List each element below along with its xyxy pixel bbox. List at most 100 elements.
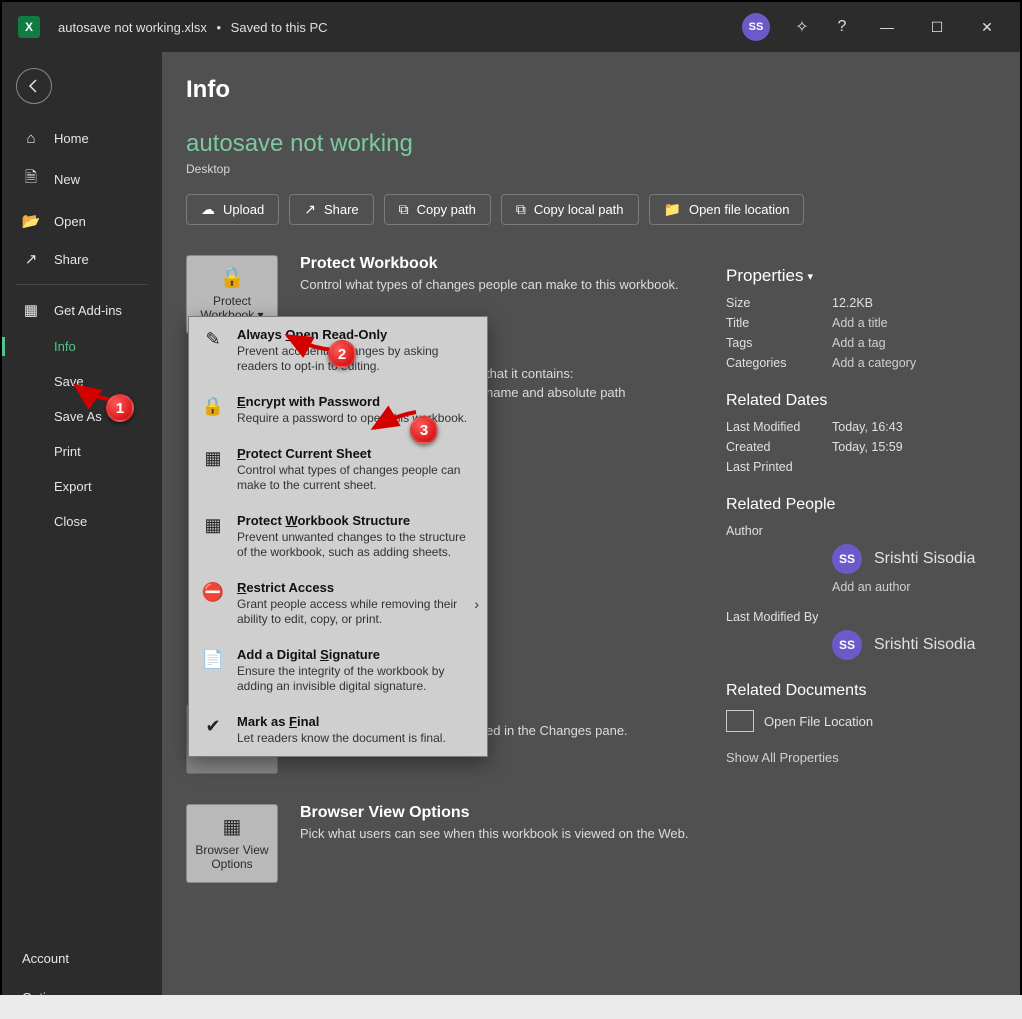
- prop-tags[interactable]: TagsAdd a tag: [726, 336, 986, 350]
- annotation-callout-2: 2: [328, 340, 356, 368]
- protect-menu-item-3[interactable]: ▦ Protect Workbook Structure Prevent unw…: [189, 503, 487, 570]
- related-documents-heading: Related Documents: [726, 682, 986, 700]
- nav-get-add-ins[interactable]: ▦Get Add-ins: [2, 291, 162, 329]
- share-button[interactable]: ↗Share: [289, 194, 373, 225]
- nav-icon: 📂: [22, 212, 40, 230]
- menu-item-title: Restrict Access: [237, 580, 475, 595]
- upload-icon: ☁: [201, 201, 215, 218]
- properties-heading[interactable]: Properties ▾: [726, 266, 986, 286]
- protect-menu-item-1[interactable]: 🔒 Encrypt with Password Require a passwo…: [189, 384, 487, 436]
- submenu-arrow-icon: ›: [474, 596, 479, 612]
- copy-local-path-button[interactable]: ⧉Copy local path: [501, 194, 639, 225]
- show-all-properties-link[interactable]: Show All Properties: [726, 750, 986, 765]
- browser-desc: Pick what users can see when this workbo…: [300, 826, 986, 841]
- modifier-avatar: SS: [832, 630, 862, 660]
- prop-size: Size12.2KB: [726, 296, 986, 310]
- browser-heading: Browser View Options: [300, 804, 986, 822]
- back-button[interactable]: [16, 68, 52, 104]
- modified-by-person[interactable]: SS Srishti Sisodia: [832, 630, 986, 660]
- help-icon[interactable]: ?: [822, 2, 862, 52]
- menu-item-icon: ✔: [199, 716, 227, 746]
- user-avatar[interactable]: SS: [742, 13, 770, 41]
- copy-path-button[interactable]: ⧉Copy path: [384, 194, 491, 225]
- nav-icon: ↗: [22, 250, 40, 268]
- related-people-heading: Related People: [726, 496, 986, 514]
- caret-down-icon: ▾: [807, 270, 813, 283]
- protect-workbook-menu: ✎ Always Open Read-Only Prevent accident…: [188, 316, 488, 757]
- nav-open[interactable]: 📂Open: [2, 202, 162, 240]
- save-state: Saved to this PC: [231, 20, 328, 35]
- close-button[interactable]: ✕: [962, 2, 1012, 52]
- nav-new[interactable]: 🗎New: [2, 157, 162, 202]
- menu-item-title: Add a Digital Signature: [237, 647, 475, 662]
- author-avatar: SS: [832, 544, 862, 574]
- coming-soon-icon[interactable]: ✧: [782, 2, 822, 52]
- properties-panel: Properties ▾ Size12.2KB TitleAdd a title T…: [726, 266, 986, 765]
- menu-item-title: Always Open Read-Only: [237, 327, 475, 342]
- menu-item-desc: Prevent accidental changes by asking rea…: [237, 344, 475, 374]
- date-created: CreatedToday, 15:59: [726, 440, 986, 454]
- quick-actions: ☁Upload ↗Share ⧉Copy path ⧉Copy local pa…: [186, 194, 986, 225]
- upload-button[interactable]: ☁Upload: [186, 194, 279, 225]
- menu-item-title: Encrypt with Password: [237, 394, 467, 409]
- menu-item-icon: 🔒: [199, 396, 227, 426]
- nav-print[interactable]: Print: [2, 434, 162, 469]
- menu-item-desc: Ensure the integrity of the workbook by …: [237, 664, 475, 694]
- author-person[interactable]: SS Srishti Sisodia: [832, 544, 986, 574]
- link-icon: ⧉: [516, 201, 526, 218]
- page-title: Info: [186, 76, 986, 104]
- protect-menu-item-6[interactable]: ✔ Mark as Final Let readers know the doc…: [189, 704, 487, 756]
- menu-item-icon: ▦: [199, 515, 227, 560]
- maximize-button[interactable]: ☐: [912, 2, 962, 52]
- menu-item-title: Protect Workbook Structure: [237, 513, 475, 528]
- share-icon: ↗: [304, 201, 316, 218]
- document-title: autosave not working: [186, 130, 986, 158]
- folder-icon: [726, 710, 754, 732]
- annotation-callout-3: 3: [410, 416, 438, 444]
- lock-icon: 🔒: [220, 266, 245, 290]
- minimize-button[interactable]: ―: [862, 2, 912, 52]
- author-name: Srishti Sisodia: [874, 550, 975, 568]
- filename: autosave not working.xlsx: [58, 20, 207, 35]
- window-title: autosave not working.xlsx • Saved to thi…: [58, 20, 742, 35]
- back-arrow-icon: [26, 78, 42, 94]
- menu-item-desc: Prevent unwanted changes to the structur…: [237, 530, 475, 560]
- link-icon: ⧉: [399, 201, 409, 218]
- modified-by-label: Last Modified By: [726, 610, 832, 624]
- open-file-location-link[interactable]: Open File Location: [726, 710, 986, 732]
- protect-menu-item-5[interactable]: 📄 Add a Digital Signature Ensure the int…: [189, 637, 487, 704]
- nav-icon: 🗎: [22, 167, 40, 192]
- nav-account[interactable]: Account: [2, 939, 162, 978]
- backstage-sidebar: ⌂Home🗎New📂Open↗Share ▦Get Add-insInfoSav…: [2, 52, 162, 1017]
- nav-home[interactable]: ⌂Home: [2, 120, 162, 157]
- menu-item-icon: ✎: [199, 329, 227, 374]
- nav-export[interactable]: Export: [2, 469, 162, 504]
- protect-menu-item-2[interactable]: ▦ Protect Current Sheet Control what typ…: [189, 436, 487, 503]
- modifier-name: Srishti Sisodia: [874, 636, 975, 654]
- menu-item-title: Protect Current Sheet: [237, 446, 475, 461]
- browser-icon: ▦: [223, 815, 242, 839]
- nav-share[interactable]: ↗Share: [2, 240, 162, 278]
- nav-info[interactable]: Info: [2, 329, 162, 364]
- protect-menu-item-4[interactable]: ⛔ Restrict Access Grant people access wh…: [189, 570, 487, 637]
- prop-title[interactable]: TitleAdd a title: [726, 316, 986, 330]
- date-last-modified: Last ModifiedToday, 16:43: [726, 420, 986, 434]
- annotation-callout-1: 1: [106, 394, 134, 422]
- folder-icon: 📁: [664, 201, 681, 218]
- menu-item-desc: Grant people access while removing their…: [237, 597, 475, 627]
- menu-item-icon: ▦: [199, 448, 227, 493]
- add-author-link[interactable]: Add an author: [832, 580, 986, 594]
- document-location: Desktop: [186, 162, 986, 176]
- date-last-printed: Last Printed: [726, 460, 986, 474]
- nav-icon: ⌂: [22, 130, 40, 147]
- open-file-location-button[interactable]: 📁Open file location: [649, 194, 805, 225]
- browser-view-options-button[interactable]: ▦ Browser ViewOptions: [186, 804, 278, 883]
- excel-app-icon: X: [18, 16, 40, 38]
- nav-close[interactable]: Close: [2, 504, 162, 539]
- menu-item-title: Mark as Final: [237, 714, 446, 729]
- related-dates-heading: Related Dates: [726, 392, 986, 410]
- prop-categories[interactable]: CategoriesAdd a category: [726, 356, 986, 370]
- menu-item-icon: 📄: [199, 649, 227, 694]
- browser-view-section: ▦ Browser ViewOptions Browser View Optio…: [186, 804, 986, 883]
- menu-item-icon: ⛔: [199, 582, 227, 627]
